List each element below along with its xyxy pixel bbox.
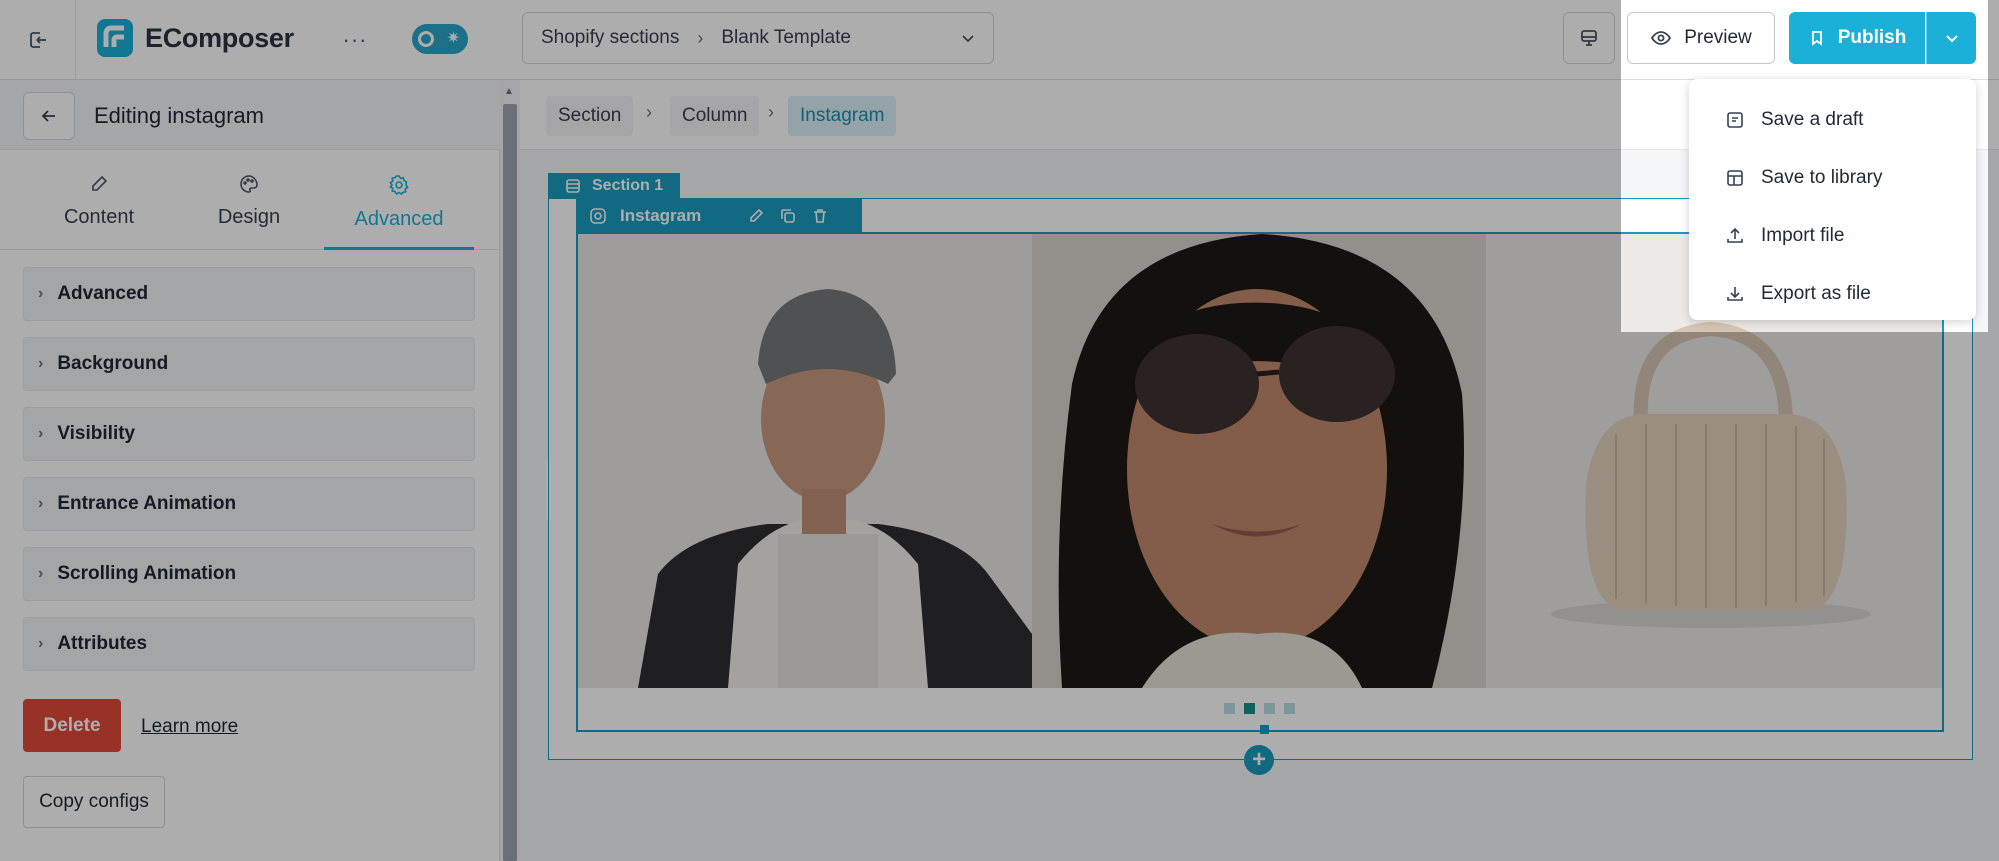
bookmark-icon (1811, 31, 1822, 46)
preview-label: Preview (1684, 27, 1752, 48)
publish-label: Publish (1837, 27, 1907, 48)
menu-item-label: Save to library (1761, 167, 1883, 188)
library-icon (1727, 170, 1743, 186)
download-icon (1727, 287, 1743, 301)
eye-icon (1651, 31, 1672, 45)
publish-options-button[interactable] (1926, 12, 1976, 64)
menu-item-label: Export as file (1761, 283, 1871, 304)
draft-icon (1727, 112, 1743, 128)
preview-button[interactable]: Preview (1627, 12, 1775, 64)
menu-item-export-file[interactable]: Export as file (1689, 265, 1976, 323)
menu-item-label: Import file (1761, 225, 1845, 246)
publish-button[interactable]: Publish (1789, 12, 1925, 64)
chevron-down-icon (1945, 35, 1958, 43)
publish-dropdown-menu: Save a draft Save to library Import file… (1689, 79, 1976, 320)
menu-item-save-draft[interactable]: Save a draft (1689, 91, 1976, 149)
menu-item-save-library[interactable]: Save to library (1689, 149, 1976, 207)
menu-item-label: Save a draft (1761, 109, 1864, 130)
menu-item-import-file[interactable]: Import file (1689, 207, 1976, 265)
upload-icon (1727, 227, 1743, 243)
